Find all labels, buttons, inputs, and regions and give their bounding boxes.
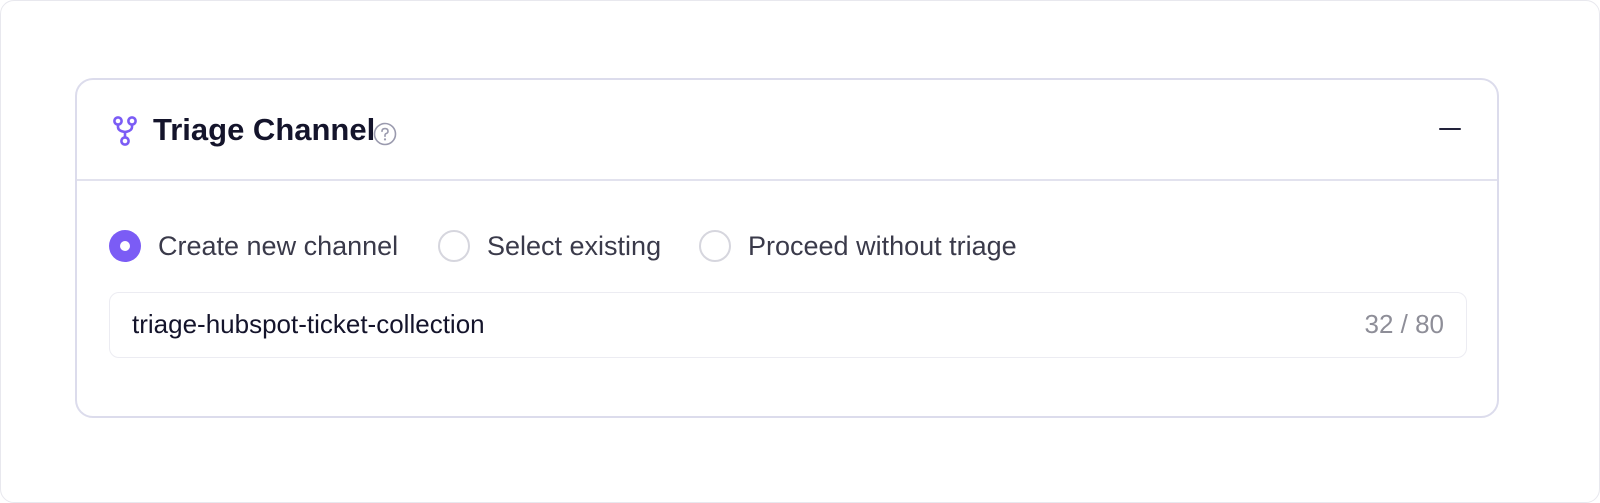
collapse-button[interactable] <box>1437 114 1467 144</box>
question-circle-icon[interactable] <box>373 122 397 146</box>
panel-title: Triage Channel <box>153 112 376 147</box>
triage-channel-panel: Triage Channel Create new channel Select… <box>75 78 1499 418</box>
radio-label: Select existing <box>487 231 662 261</box>
branch-icon <box>111 115 139 147</box>
radio-label: Proceed without triage <box>748 231 1017 261</box>
panel-header[interactable]: Triage Channel <box>77 80 1497 181</box>
character-counter: 32 / 80 <box>1364 309 1444 339</box>
radio-button[interactable] <box>699 230 731 262</box>
radio-label: Create new channel <box>158 231 399 261</box>
channel-name-input[interactable] <box>132 293 1312 355</box>
radio-button[interactable] <box>438 230 470 262</box>
channel-name-field[interactable]: 32 / 80 <box>109 292 1467 358</box>
radio-button-checked[interactable] <box>109 230 141 262</box>
page-background: Triage Channel Create new channel Select… <box>0 0 1600 503</box>
